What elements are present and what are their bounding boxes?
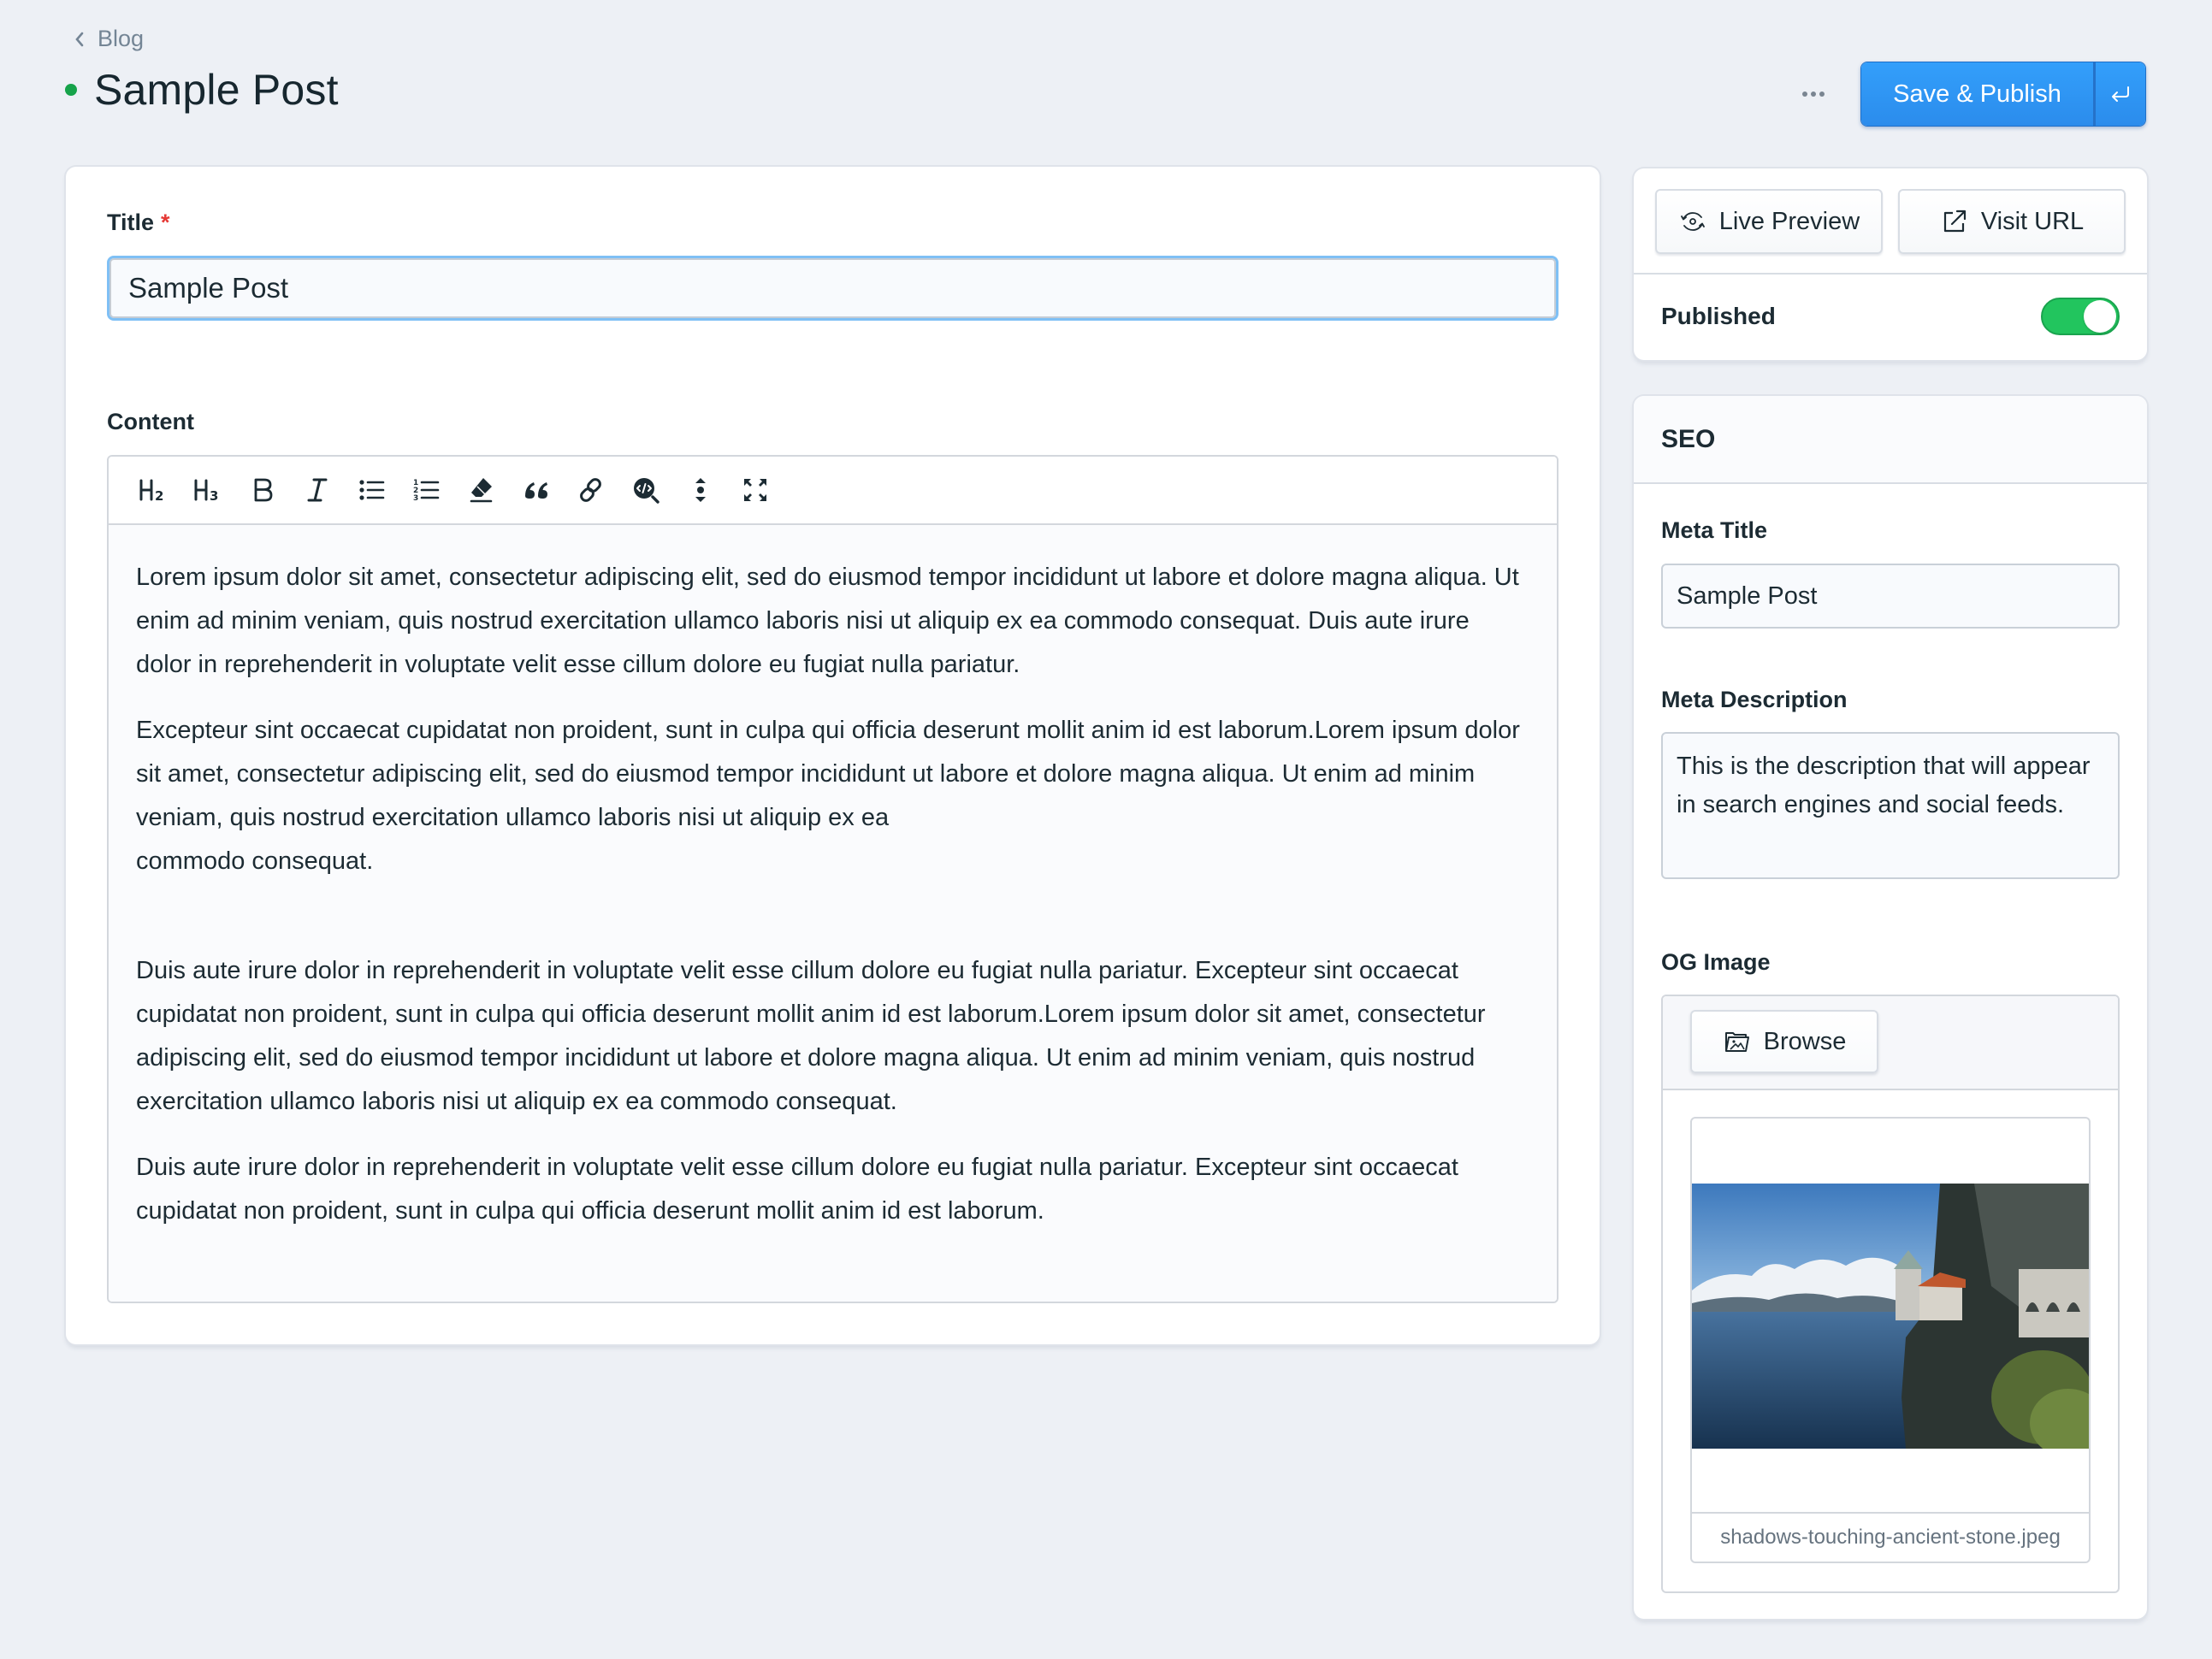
content-paragraph: Duis aute irure dolor in reprehenderit i… [136,1154,1458,1225]
meta-title-input[interactable]: Sample Post [1661,564,2120,629]
live-preview-icon [1680,212,1705,231]
required-marker: * [161,210,170,235]
toolbar-code-search-button[interactable] [618,466,673,514]
meta-description-label: Meta Description [1661,687,1848,712]
og-image-field: Browse shadows-touching-ancient-stone.jp… [1661,995,2120,1593]
more-options-button[interactable] [1796,77,1831,111]
live-preview-label: Live Preview [1718,207,1860,235]
link-icon [580,478,601,502]
post-editor-card: Title * Sample Post Content 2 3 123 Lore… [66,167,1600,1344]
quote-icon [525,482,547,499]
toolbar-fullscreen-button[interactable] [728,466,783,514]
content-paragraph: Excepteur sint occaecat cupidatat non pr… [136,717,1520,831]
editor-toolbar: 2 3 123 [109,457,1557,525]
svg-text:3: 3 [413,494,418,503]
content-paragraph: commodo consequat. [136,847,374,875]
more-dot-icon [1802,92,1807,97]
content-paragraph: Lorem ipsum dolor sit amet, consectetur … [136,564,1519,678]
browse-button[interactable]: Browse [1690,1010,1878,1073]
svg-text:3: 3 [210,488,218,504]
save-publish-group: Save & Publish [1860,62,2146,127]
title-label-text: Title [107,210,155,235]
published-row: Published [1634,275,2147,358]
breadcrumb-label: Blog [98,26,145,51]
breadcrumb-back-link[interactable]: Blog [74,26,144,52]
return-arrow-icon [2112,86,2129,102]
external-link-icon [1943,210,1966,233]
content-label: Content [107,409,194,434]
more-dot-icon [1811,92,1816,97]
title-input[interactable]: Sample Post [107,256,1558,321]
ordered-list-icon: 123 [413,479,440,503]
bullet-list-icon [359,480,385,500]
publish-options-button[interactable] [2096,62,2145,126]
og-image-filename: shadows-touching-ancient-stone.jpeg [1692,1512,2089,1562]
preview-actions: Live Preview Visit URL [1634,168,2147,275]
eraser-icon [470,478,493,503]
browse-label: Browse [1763,1027,1847,1055]
toolbar-ordered-list-button[interactable]: 123 [399,466,454,514]
bold-icon [254,478,273,502]
toolbar-line-height-button[interactable] [673,466,728,514]
published-label: Published [1661,303,1776,329]
seo-heading: SEO [1634,396,2147,484]
og-image-toolbar: Browse [1663,996,2118,1090]
toolbar-clear-formatting-button[interactable] [454,466,509,514]
live-preview-button[interactable]: Live Preview [1655,189,1883,254]
visit-url-label: Visit URL [1980,207,2085,235]
content-paragraph: Duis aute irure dolor in reprehenderit i… [136,957,1486,1115]
empty-paragraph [136,906,1529,949]
folder-image-icon [1724,1032,1749,1052]
chevron-left-icon [75,32,84,46]
meta-title-label: Meta Title [1661,517,1768,543]
italic-icon [307,478,328,502]
code-search-icon [634,478,659,504]
toolbar-bullet-list-button[interactable] [345,466,399,514]
page-header: Sample Post [65,65,339,115]
og-image-thumbnail [1692,1184,2089,1449]
og-image-preview[interactable]: shadows-touching-ancient-stone.jpeg [1690,1117,2091,1563]
page-title: Sample Post [94,66,339,114]
toggle-knob [2084,300,2116,333]
svg-text:2: 2 [155,488,163,504]
toolbar-bold-button[interactable] [235,466,290,514]
seo-card: SEO Meta Title Sample Post Meta Descript… [1634,396,2147,1619]
visit-url-button[interactable]: Visit URL [1898,189,2126,254]
toolbar-italic-button[interactable] [290,466,345,514]
toolbar-blockquote-button[interactable] [509,466,564,514]
fullscreen-icon [744,479,766,501]
more-dot-icon [1819,92,1825,97]
meta-description-textarea[interactable]: This is the description that will appear… [1661,732,2120,879]
toolbar-link-button[interactable] [564,466,618,514]
title-label: Title * [107,210,170,236]
save-publish-button[interactable]: Save & Publish [1861,62,2096,126]
status-dot-icon [65,84,77,96]
publish-settings-card: Live Preview Visit URL Published [1634,168,2147,360]
toolbar-heading-2-button[interactable]: 2 [126,466,180,514]
expand-vertical-icon [695,478,706,502]
og-image-label: OG Image [1661,949,1771,975]
content-editor: 2 3 123 Lorem ipsum dolor sit amet, cons… [107,455,1558,1303]
h2-icon: 2 [139,479,163,504]
published-toggle[interactable] [2041,298,2120,335]
toolbar-heading-3-button[interactable]: 3 [180,466,235,514]
editor-content-area[interactable]: Lorem ipsum dolor sit amet, consectetur … [109,525,1557,1302]
h3-icon: 3 [194,479,218,504]
